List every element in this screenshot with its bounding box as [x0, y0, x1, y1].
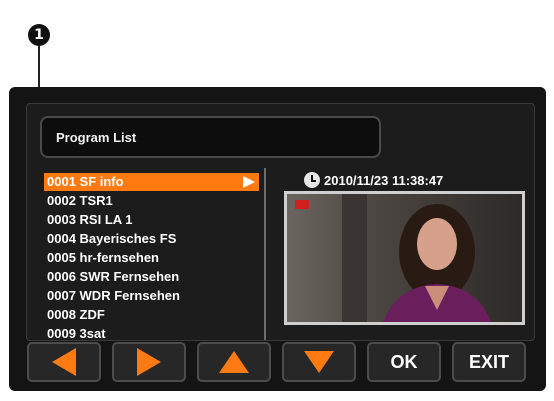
- navigation-button-row: OK EXIT: [27, 342, 527, 390]
- datetime-display: 2010/11/23 11:38:47: [304, 171, 443, 189]
- ok-label: OK: [390, 351, 418, 372]
- program-list-panel: Program List 0001 SF info 0002 TSR1 0003…: [26, 103, 535, 341]
- channel-label: 0007 WDR Fernsehen: [47, 288, 180, 303]
- ok-button[interactable]: OK: [367, 342, 441, 382]
- video-preview: [284, 191, 525, 325]
- channel-label: 0002 TSR1: [47, 193, 113, 208]
- datetime-text: 2010/11/23 11:38:47: [324, 172, 444, 188]
- channel-list: 0001 SF info 0002 TSR1 0003 RSI LA 1 000…: [44, 173, 259, 348]
- left-arrow-icon: [52, 348, 76, 376]
- down-button[interactable]: [282, 342, 356, 382]
- channel-item[interactable]: 0005 hr-fernsehen: [44, 249, 259, 267]
- up-button[interactable]: [197, 342, 271, 382]
- channel-label: 0005 hr-fernsehen: [47, 250, 159, 265]
- channel-item-selected[interactable]: 0001 SF info: [44, 173, 259, 191]
- up-arrow-icon: [219, 351, 249, 373]
- clock-icon: [304, 172, 320, 188]
- channel-label: 0003 RSI LA 1: [47, 212, 133, 227]
- channel-label: 0004 Bayerisches FS: [47, 231, 177, 246]
- channel-item[interactable]: 0002 TSR1: [44, 192, 259, 210]
- channel-item[interactable]: 0006 SWR Fernsehen: [44, 268, 259, 286]
- channel-label: 0009 3sat: [47, 326, 106, 341]
- play-icon: [243, 176, 255, 188]
- panel-divider: [264, 168, 266, 340]
- channel-label: 0008 ZDF: [47, 307, 105, 322]
- exit-label: EXIT: [468, 351, 509, 372]
- exit-button[interactable]: EXIT: [452, 342, 526, 382]
- right-button[interactable]: [112, 342, 186, 382]
- page-title: Program List: [56, 130, 137, 145]
- callout-number-badge: 1: [28, 24, 50, 46]
- right-arrow-icon: [137, 348, 161, 376]
- channel-item[interactable]: 0004 Bayerisches FS: [44, 230, 259, 248]
- channel-label: 0006 SWR Fernsehen: [47, 269, 180, 284]
- channel-item[interactable]: 0008 ZDF: [44, 306, 259, 324]
- left-button[interactable]: [27, 342, 101, 382]
- video-preview-image: [287, 194, 522, 322]
- tv-screen: Program List 0001 SF info 0002 TSR1 0003…: [9, 87, 546, 391]
- channel-item[interactable]: 0009 3sat: [44, 325, 259, 343]
- channel-label: 0001 SF info: [47, 174, 124, 189]
- channel-item[interactable]: 0003 RSI LA 1: [44, 211, 259, 229]
- channel-item[interactable]: 0007 WDR Fernsehen: [44, 287, 259, 305]
- down-arrow-icon: [304, 351, 334, 373]
- title-box: Program List: [40, 116, 381, 158]
- callout-number: 1: [34, 27, 44, 43]
